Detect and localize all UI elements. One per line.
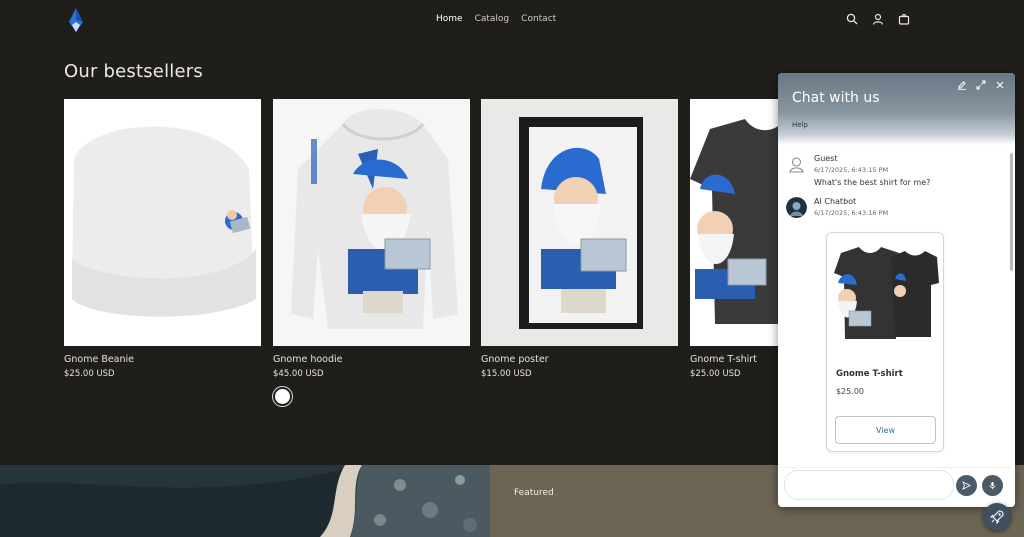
main-nav: Home Catalog Contact bbox=[436, 14, 556, 24]
account-icon[interactable] bbox=[872, 13, 884, 25]
product-card-poster[interactable]: Gnome poster $15.00 USD bbox=[481, 99, 678, 379]
product-name[interactable]: Gnome poster bbox=[481, 354, 678, 365]
header-icons bbox=[846, 13, 910, 25]
product-image[interactable] bbox=[64, 99, 261, 346]
view-product-button[interactable]: View bbox=[835, 416, 936, 444]
nav-contact[interactable]: Contact bbox=[521, 14, 556, 24]
chat-product-name: Gnome T-shirt bbox=[836, 369, 903, 379]
send-icon bbox=[962, 481, 971, 490]
chat-header: Chat with us Help bbox=[778, 73, 1015, 145]
product-card-hoodie[interactable]: Gnome hoodie $45.00 USD bbox=[273, 99, 470, 379]
site-header: Home Catalog Contact bbox=[0, 0, 1024, 40]
rocket-icon bbox=[989, 510, 1004, 525]
section-title: Our bestsellers bbox=[64, 61, 203, 82]
message-author: Guest bbox=[814, 154, 838, 163]
featured-label: Featured bbox=[514, 488, 554, 498]
chat-product-image[interactable] bbox=[833, 243, 939, 343]
chat-scrollbar[interactable] bbox=[1010, 153, 1013, 271]
product-price: $25.00 USD bbox=[64, 369, 115, 379]
color-swatch-white[interactable] bbox=[273, 387, 292, 406]
product-image[interactable] bbox=[481, 99, 678, 346]
diamond-logo-icon[interactable] bbox=[68, 8, 84, 32]
chat-controls bbox=[957, 80, 1005, 90]
cart-icon[interactable] bbox=[898, 13, 910, 25]
edit-icon[interactable] bbox=[957, 80, 967, 90]
chat-subtitle: Help bbox=[792, 121, 808, 129]
send-button[interactable] bbox=[956, 475, 977, 496]
chat-window: Chat with us Help Guest 6/17/2025, 6:43:… bbox=[778, 73, 1015, 507]
chat-messages[interactable]: Guest 6/17/2025, 6:43:15 PM What's the b… bbox=[778, 145, 1015, 463]
mic-button[interactable] bbox=[982, 475, 1003, 496]
chat-launcher-button[interactable] bbox=[983, 503, 1011, 531]
chat-product-price: $25.00 bbox=[836, 387, 864, 396]
product-price: $15.00 USD bbox=[481, 369, 532, 379]
chat-composer bbox=[782, 467, 1011, 502]
product-price: $45.00 USD bbox=[273, 369, 324, 379]
nav-home[interactable]: Home bbox=[436, 14, 463, 24]
message-time: 6/17/2025, 6:43:15 PM bbox=[814, 166, 889, 174]
chat-input[interactable] bbox=[784, 470, 954, 500]
chat-product-card[interactable]: Gnome T-shirt $25.00 View bbox=[826, 232, 944, 452]
nav-catalog[interactable]: Catalog bbox=[475, 14, 510, 24]
expand-icon[interactable] bbox=[976, 80, 986, 90]
search-icon[interactable] bbox=[846, 13, 858, 25]
chat-title: Chat with us bbox=[792, 90, 880, 106]
message-time: 6/17/2025, 6:43:16 PM bbox=[814, 209, 889, 217]
product-name[interactable]: Gnome Beanie bbox=[64, 354, 261, 365]
featured-image bbox=[0, 465, 490, 537]
guest-avatar-icon bbox=[786, 154, 807, 175]
message-text: What's the best shirt for me? bbox=[814, 178, 931, 187]
product-image[interactable] bbox=[273, 99, 470, 346]
bot-avatar-icon bbox=[786, 197, 807, 218]
mic-icon bbox=[989, 482, 996, 490]
product-card-beanie[interactable]: Gnome Beanie $25.00 USD bbox=[64, 99, 261, 379]
product-name[interactable]: Gnome hoodie bbox=[273, 354, 470, 365]
message-author: AI Chatbot bbox=[814, 197, 857, 206]
close-icon[interactable] bbox=[995, 80, 1005, 90]
